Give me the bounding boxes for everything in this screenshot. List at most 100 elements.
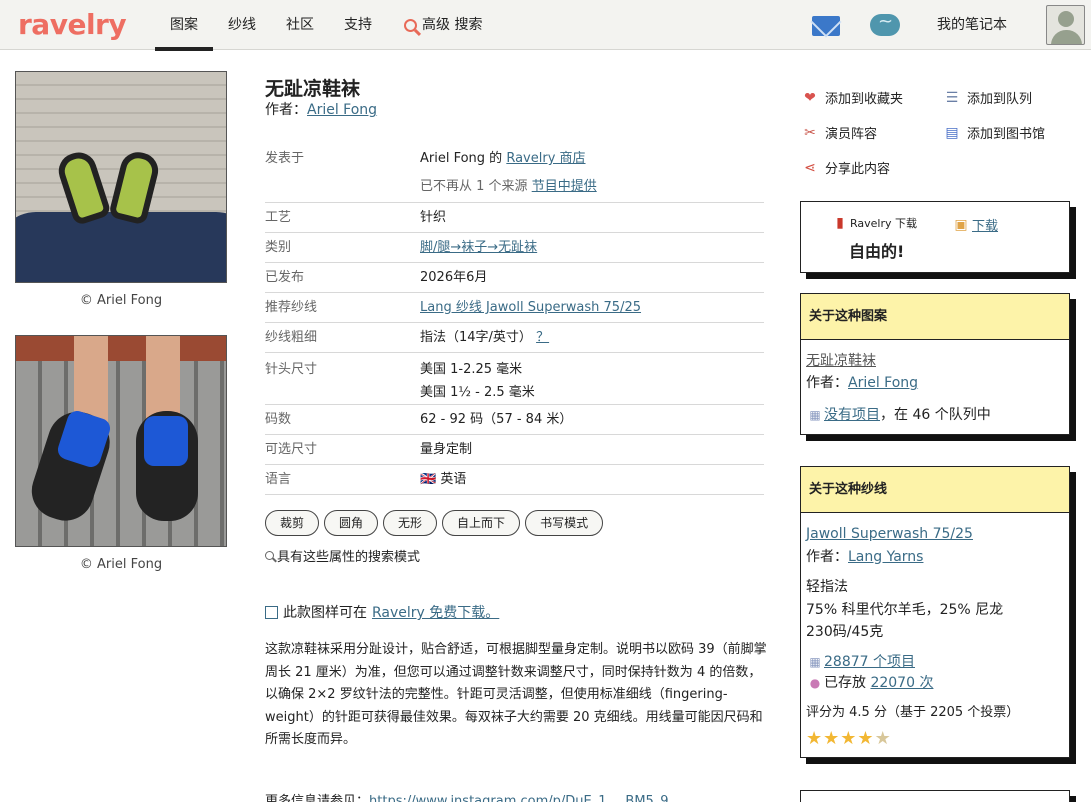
yarn-weight-help-link[interactable]: ？ [536,330,549,345]
tag-cropped[interactable]: 裁剪 [265,510,320,536]
tag-written-pattern[interactable]: 书写模式 [525,510,604,536]
cast-on-button[interactable]: ✂ 演员阵容 [801,123,877,143]
needle-size-label: 针头尺寸 [265,362,318,377]
ravelry-store-link[interactable]: Ravelry 商店 [506,151,585,166]
detail-row: 纱线粗细 指法（14字/英寸） ？ [265,323,764,353]
about-pattern-box: 关于这种图案 无趾凉鞋袜 作者：Ariel Fong ▦ 没有项目，在 46 个队… [800,293,1070,435]
user-avatar[interactable] [1046,5,1085,45]
pattern-photo-2[interactable] [15,335,227,547]
download-link[interactable]: 下载 [972,215,998,234]
share-label: 分享此内容 [825,162,891,177]
projects-icon: ▦ [809,654,821,669]
about-pattern-heading: 关于这种图案 [801,294,1069,340]
attribute-search-link[interactable]: 具有这些属性的搜索模式 [265,546,420,565]
detail-row: 已发布 2026年6月 [265,263,764,293]
published-in-label: 发表于 [265,151,305,166]
more-info-line: 更多信息请参见：https://www.instagram.com/p/DuE_… [265,790,765,802]
ravelry-download-button[interactable]: ▮ Ravelry 下载 [834,215,917,231]
pdf-icon: ▮ [836,215,844,231]
detail-label: 工艺 [265,210,292,225]
nav-support[interactable]: 支持 [329,0,387,50]
my-notebook-link[interactable]: 我的笔记本 [937,0,1007,50]
about-yarn-heading: 关于这种纱线 [801,467,1069,513]
add-library-button[interactable]: ▤ 添加到图书馆 [943,123,1045,143]
yarn-name-link[interactable]: Jawoll Superwash 75/25 [806,526,973,542]
download-box: ▮ Ravelry 下载 ▣ 下载 自由的! [800,201,1070,273]
yarn-fiber: 75% 科里代尔羊毛，25% 尼龙 [806,601,1004,618]
ravelry-download-label: Ravelry 下载 [850,217,918,230]
detail-value: 2026年6月 [420,270,488,285]
heart-icon: ❤ [804,89,816,106]
detail-value: 针织 [420,210,447,225]
detail-row: 工艺 针织 [265,203,764,233]
about-pattern-queues: ，在 46 个队列中 [880,407,991,423]
detail-row: 类别 脚/腿→袜子→无趾袜 [265,233,764,263]
detail-row: 可选尺寸 量身定制 [265,435,764,465]
list-icon: ☰ [945,89,959,106]
yarn-stash-link[interactable]: 22070 次 [870,675,933,691]
needle-size-value: 美国 1½ - 2.5 毫米 [420,385,535,400]
projects-icon: ▦ [809,408,821,422]
author-link[interactable]: Ariel Fong [307,102,377,118]
source-note-link[interactable]: 节目中提供 [532,179,597,194]
tag-top-down[interactable]: 自上而下 [442,510,521,536]
main-nav: 图案 纱线 社区 支持 高级 搜索 [155,0,497,51]
mail-icon[interactable] [812,16,840,36]
add-favorite-button[interactable]: ❤ 添加到收藏夹 [801,88,903,108]
attribute-search-label: 具有这些属性的搜索模式 [277,550,421,565]
star-icon: ★ [840,728,857,749]
instagram-link[interactable]: https://www.instagram.com/p/DuE_1..._BM5… [369,794,681,802]
needles-icon: ✂ [804,124,816,141]
nav-yarns[interactable]: 纱线 [213,0,271,50]
needle-size-value: 美国 1-2.25 毫米 [420,362,523,377]
download-link-button[interactable]: ▣ 下载 [954,215,998,235]
free-download-link[interactable]: Ravelry 免费下载。 [372,602,499,622]
photo-floor-edge [16,336,226,361]
yarn-weight-value: 指法（14字/英寸） [420,330,532,345]
category-link[interactable]: 脚/腿→袜子→无趾袜 [420,240,537,255]
tag-invisible[interactable]: 无形 [383,510,438,536]
gift-icon: ▣ [954,216,968,233]
photo-jeans [16,212,226,282]
uk-flag-icon: 🇬🇧 [420,472,437,487]
nav-patterns[interactable]: 图案 [155,0,213,51]
nav-community[interactable]: 社区 [271,0,329,50]
external-link-icon [265,605,278,619]
stash-icon: ● [809,675,821,690]
tag-rounded[interactable]: 圆角 [324,510,379,536]
share-button[interactable]: ⋖ 分享此内容 [801,158,891,178]
yarn-maker-link[interactable]: Lang Yarns [848,549,923,565]
additional-sidebar-box [800,790,1070,802]
detail-label: 可选尺寸 [265,442,318,457]
about-pattern-author-link[interactable]: Ariel Fong [848,375,918,391]
yarn-projects-link[interactable]: 28877 个项目 [824,654,915,670]
yarn-yardage: 230码/45克 [806,624,884,640]
detail-label: 纱线粗细 [265,330,318,345]
more-info-prefix: 更多信息请参见： [265,794,370,802]
about-pattern-by-label: 作者： [806,375,848,391]
detail-label: 推荐纱线 [265,300,318,315]
search-icon [265,551,274,560]
chat-icon[interactable] [870,11,900,36]
ravelry-logo[interactable]: ravelry [18,8,127,41]
needle-size-row: 针头尺寸 美国 1-2.25 毫米 美国 1½ - 2.5 毫米 [265,353,764,405]
add-queue-button[interactable]: ☰ 添加到队列 [943,88,1032,108]
about-pattern-projects-link[interactable]: 没有项目 [824,407,880,423]
about-pattern-name-link[interactable]: 无趾凉鞋袜 [806,353,876,369]
source-note: 已不再从 1 个来源 [420,179,528,194]
about-yarn-box: 关于这种纱线 Jawoll Superwash 75/25 作者：Lang Ya… [800,466,1070,758]
advanced-search-label: 高级 搜索 [422,17,483,33]
photo-sock-right [144,416,188,466]
photo-credit-1: © Ariel Fong [79,293,163,308]
rating-stars: ★ ★ ★ ★ ★ [806,730,1064,748]
pattern-photo-1[interactable] [15,71,227,283]
nav-advanced-search[interactable]: 高级 搜索 [387,0,497,50]
detail-row: 推荐纱线 Lang 纱线 Jawoll Superwash 75/25 [265,293,764,323]
yarn-stash-prefix: 已存放 [824,674,866,691]
detail-label: 码数 [265,412,292,427]
published-in-row: 发表于 Ariel Fong 的 Ravelry 商店 已不再从 1 个来源 节… [265,139,764,203]
pattern-title: 无趾凉鞋袜 [265,78,361,100]
availability-note: 此款图样可在 Ravelry 免费下载。 [265,602,499,622]
suggested-yarn-link[interactable]: Lang 纱线 Jawoll Superwash 75/25 [420,300,641,315]
pattern-description: 这款凉鞋袜采用分趾设计，贴合舒适，可根据脚型量身定制。说明书以欧码 39（前脚掌… [265,642,767,747]
